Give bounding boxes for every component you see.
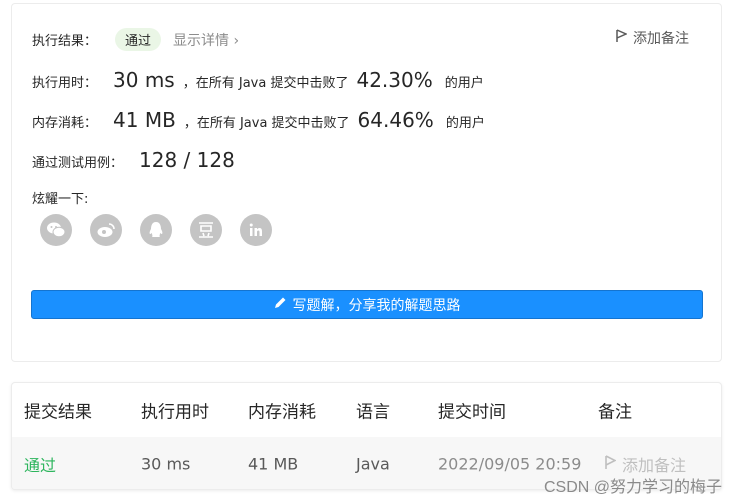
memory-percent: 64.46% <box>357 108 434 132</box>
runtime-value: 30 ms <box>113 68 175 92</box>
result-label: 执行结果： <box>32 34 98 49</box>
share-icons <box>40 214 272 246</box>
runtime-label: 执行用时： <box>32 76 98 91</box>
share-label: 炫耀一下: <box>32 192 89 207</box>
header-result: 提交结果 <box>24 402 92 423</box>
testcases-row: 通过测试用例： 128 / 128 <box>32 148 235 172</box>
header-remark: 备注 <box>598 402 632 423</box>
add-remark-button[interactable]: 添加备注 <box>615 28 689 48</box>
testcases-label: 通过测试用例： <box>32 156 124 171</box>
write-solution-label: 写题解，分享我的解题思路 <box>292 297 461 314</box>
flag-icon <box>604 454 617 474</box>
share-row: 炫耀一下: <box>32 188 88 207</box>
status-badge: 通过 <box>115 28 162 51</box>
memory-label: 内存消耗： <box>32 116 98 131</box>
row-result-link[interactable]: 通过 <box>24 452 56 476</box>
row-memory: 41 MB <box>248 454 299 474</box>
header-runtime: 执行用时 <box>141 402 209 423</box>
testcases-value: 128 / 128 <box>139 148 235 172</box>
qq-icon[interactable] <box>140 214 172 246</box>
memory-suffix: 的用户 <box>445 116 485 131</box>
watermark: CSDN @努力学习的梅子 <box>543 479 722 496</box>
add-remark-label: 添加备注 <box>633 31 689 47</box>
weibo-icon[interactable] <box>90 214 122 246</box>
linkedin-icon[interactable] <box>240 214 272 246</box>
runtime-row: 执行用时： 30 ms ，在所有 Java 提交中击败了 42.30% 的用户 <box>32 68 484 92</box>
memory-row: 内存消耗： 41 MB ，在所有 Java 提交中击败了 64.46% 的用户 <box>32 108 485 132</box>
show-details-link[interactable]: 显示详情 › <box>173 30 239 50</box>
row-runtime: 30 ms <box>141 454 191 474</box>
runtime-suffix: 的用户 <box>444 76 484 91</box>
runtime-percent: 42.30% <box>356 68 433 92</box>
header-memory: 内存消耗 <box>248 402 316 423</box>
memory-text: ，在所有 Java 提交中击败了 <box>183 116 350 131</box>
header-time: 提交时间 <box>438 402 506 423</box>
douban-icon[interactable] <box>190 214 222 246</box>
pencil-icon <box>274 296 287 313</box>
memory-value: 41 MB <box>113 108 176 132</box>
row-language: Java <box>356 454 390 474</box>
result-row: 执行结果： 通过 显示详情 › <box>32 28 239 51</box>
flag-icon <box>615 29 628 47</box>
result-card: 执行结果： 通过 显示详情 › 添加备注 执行用时： 30 ms ，在所有 Ja… <box>11 3 722 362</box>
table-header: 提交结果 执行用时 内存消耗 语言 提交时间 备注 <box>12 383 721 437</box>
row-time: 2022/09/05 20:59 <box>438 454 582 474</box>
wechat-icon[interactable] <box>40 214 72 246</box>
runtime-text: ，在所有 Java 提交中击败了 <box>182 76 349 91</box>
write-solution-button[interactable]: 写题解，分享我的解题思路 <box>31 290 703 319</box>
header-language: 语言 <box>356 402 390 423</box>
